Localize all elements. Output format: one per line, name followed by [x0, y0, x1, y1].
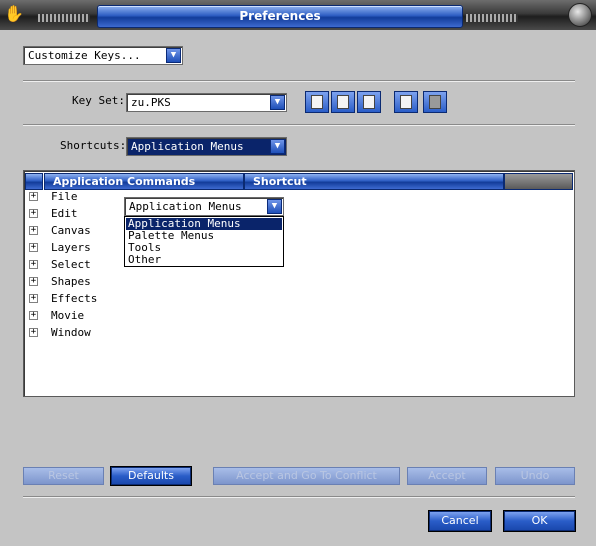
divider: [23, 124, 575, 126]
title-grip-right: [466, 14, 518, 22]
tree-item-label: Layers: [51, 241, 91, 254]
key-set-label: Key Set:: [72, 94, 125, 107]
key-set-select[interactable]: zu.PKS ▼: [126, 93, 287, 112]
popup-select[interactable]: Application Menus ▼: [124, 197, 284, 216]
expand-icon[interactable]: +: [29, 294, 38, 303]
defaults-button[interactable]: Defaults: [111, 467, 191, 485]
window-title: Preferences: [239, 9, 321, 23]
undo-button[interactable]: Undo: [495, 467, 575, 485]
expand-icon[interactable]: +: [29, 311, 38, 320]
category-select-value: Customize Keys...: [28, 49, 141, 62]
chevron-down-icon[interactable]: ▼: [270, 95, 285, 110]
shortcuts-value: Application Menus: [131, 140, 244, 153]
tree-item-label: Shapes: [51, 275, 91, 288]
column-header-commands[interactable]: Application Commands: [44, 173, 244, 190]
new-keyset-button[interactable]: [305, 91, 329, 113]
tree-item-label: Window: [51, 326, 91, 339]
tree-item-movie[interactable]: + Movie: [25, 308, 145, 325]
export-keyset-icon: [400, 95, 412, 109]
category-select[interactable]: Customize Keys... ▼: [23, 46, 183, 65]
duplicate-keyset-icon: [337, 95, 349, 109]
reset-button[interactable]: Reset: [23, 467, 104, 485]
expand-icon[interactable]: +: [29, 260, 38, 269]
rename-keyset-button[interactable]: [357, 91, 381, 113]
table-header-blank: [25, 173, 43, 190]
duplicate-keyset-button[interactable]: [331, 91, 355, 113]
chevron-down-icon[interactable]: ▼: [267, 199, 282, 214]
chevron-down-icon[interactable]: ▼: [270, 139, 285, 154]
title-pill: Preferences: [97, 5, 463, 28]
tree-item-label: Canvas: [51, 224, 91, 237]
export-keyset-button[interactable]: [394, 91, 418, 113]
divider: [23, 496, 575, 498]
accept-button[interactable]: Accept: [407, 467, 487, 485]
accept-conflict-button[interactable]: Accept and Go To Conflict: [213, 467, 400, 485]
tree-item-label: Movie: [51, 309, 85, 322]
expand-icon[interactable]: +: [29, 328, 38, 337]
ok-button[interactable]: OK: [504, 511, 575, 531]
tree-item-shapes[interactable]: + Shapes: [25, 274, 145, 291]
expand-icon[interactable]: +: [29, 226, 38, 235]
tree-item-label: File: [51, 190, 78, 203]
expand-icon[interactable]: +: [29, 209, 38, 218]
delete-keyset-icon: [429, 95, 441, 109]
title-bar[interactable]: ✋ Preferences: [0, 0, 596, 30]
dropdown-option[interactable]: Other: [126, 254, 282, 266]
tree-item-label: Edit: [51, 207, 78, 220]
expand-icon[interactable]: +: [29, 192, 38, 201]
expand-icon[interactable]: +: [29, 277, 38, 286]
popup-select-value: Application Menus: [129, 200, 242, 213]
tree-item-label: Effects: [51, 292, 98, 305]
commands-table[interactable]: Application Commands Shortcut + File + E…: [23, 170, 575, 397]
shortcuts-select[interactable]: Application Menus ▼: [126, 137, 287, 156]
delete-keyset-button[interactable]: [423, 91, 447, 113]
new-keyset-icon: [311, 95, 323, 109]
tree-item-label: Select: [51, 258, 91, 271]
dropdown-list[interactable]: Application Menus Palette Menus Tools Ot…: [124, 216, 284, 267]
window-orb-icon[interactable]: [568, 3, 592, 27]
expand-icon[interactable]: +: [29, 243, 38, 252]
tree-item-effects[interactable]: + Effects: [25, 291, 145, 308]
cancel-button[interactable]: Cancel: [429, 511, 491, 531]
hand-icon: ✋: [4, 4, 24, 23]
divider: [23, 80, 575, 82]
key-set-value: zu.PKS: [131, 96, 171, 109]
chevron-down-icon[interactable]: ▼: [166, 48, 181, 63]
rename-keyset-icon: [363, 95, 375, 109]
column-header-shortcut[interactable]: Shortcut: [244, 173, 504, 190]
tree-item-window[interactable]: + Window: [25, 325, 145, 342]
table-header-filler: [504, 173, 573, 190]
title-grip-left: [38, 14, 90, 22]
shortcuts-label: Shortcuts:: [60, 139, 127, 152]
